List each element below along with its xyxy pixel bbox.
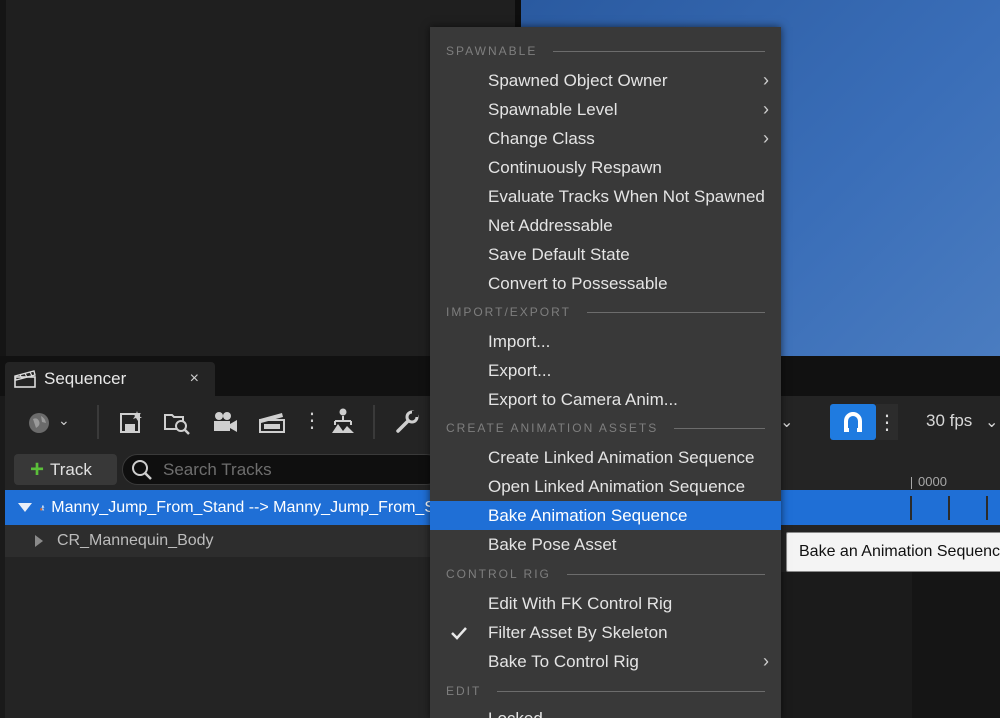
snap-toggle-button[interactable] xyxy=(830,404,876,440)
menu-item-spawnable-level[interactable]: Spawnable Level › xyxy=(430,95,781,124)
search-placeholder: Search Tracks xyxy=(163,459,272,479)
frame-number: 0000 xyxy=(918,474,947,489)
key-marker[interactable] xyxy=(948,496,950,520)
menu-item-create-linked-anim-sequence[interactable]: Create Linked Animation Sequence xyxy=(430,443,781,472)
toolbar-separator xyxy=(97,405,99,439)
chevron-right-icon: › xyxy=(763,651,769,671)
add-track-label: Track xyxy=(50,459,92,479)
chevron-right-icon: › xyxy=(763,128,769,148)
key-marker[interactable] xyxy=(910,496,912,520)
expand-arrow-icon[interactable] xyxy=(35,535,43,547)
wrench-icon[interactable] xyxy=(392,408,422,436)
track-label: Manny_Jump_From_Stand --> Manny_Jump_Fro… xyxy=(51,498,435,516)
checkmark-icon xyxy=(451,626,467,640)
menu-item-spawned-object-owner[interactable]: Spawned Object Owner › xyxy=(430,66,781,95)
section-header-spawnable: SPAWNABLE xyxy=(446,41,765,61)
menu-item-convert-to-possessable[interactable]: Convert to Possessable xyxy=(430,269,781,298)
menu-item-filter-asset-by-skeleton[interactable]: Filter Asset By Skeleton xyxy=(430,618,781,647)
track-label: CR_Mannequin_Body xyxy=(57,532,214,549)
chevron-right-icon: › xyxy=(763,70,769,90)
search-tracks-input[interactable]: Search Tracks xyxy=(122,454,442,485)
chevron-down-icon[interactable]: ⌄ xyxy=(58,412,70,429)
close-tab-button[interactable]: × xyxy=(190,370,199,388)
magnet-icon xyxy=(844,412,862,432)
section-header-control-rig: CONTROL RIG xyxy=(446,564,765,584)
cinematics-icon[interactable] xyxy=(256,408,288,436)
camera-icon[interactable] xyxy=(210,408,240,436)
search-icon xyxy=(132,459,152,480)
menu-item-save-default-state[interactable]: Save Default State xyxy=(430,240,781,269)
menu-item-edit-fk-control-rig[interactable]: Edit With FK Control Rig xyxy=(430,589,781,618)
timeline-range-shade xyxy=(912,572,1000,718)
menu-item-bake-pose-asset[interactable]: Bake Pose Asset xyxy=(430,530,781,559)
tab-label: Sequencer xyxy=(44,369,127,388)
clapperboard-icon xyxy=(14,370,36,388)
expand-arrow-icon[interactable] xyxy=(18,503,32,512)
chevron-right-icon: › xyxy=(763,99,769,119)
chevron-down-icon[interactable]: ⌄ xyxy=(780,412,793,432)
track-row[interactable]: CR_Mannequin_Body xyxy=(5,525,435,557)
actor-hierarchy-icon[interactable] xyxy=(328,406,358,436)
frame-rate-selector[interactable]: 30 fps xyxy=(926,411,972,431)
section-header-create-animation-assets: CREATE ANIMATION ASSETS xyxy=(446,418,765,438)
menu-item-open-linked-anim-sequence[interactable]: Open Linked Animation Sequence xyxy=(430,472,781,501)
toolbar-separator xyxy=(373,405,375,439)
track-row-selected[interactable]: Manny_Jump_From_Stand --> Manny_Jump_Fro… xyxy=(5,490,435,525)
menu-item-net-addressable[interactable]: Net Addressable xyxy=(430,211,781,240)
add-track-button[interactable]: + Track xyxy=(14,454,117,485)
tooltip: Bake an Animation Sequence xyxy=(786,532,1000,572)
tab-sequencer[interactable]: Sequencer × xyxy=(5,362,215,396)
snap-options-button[interactable]: ⋮ xyxy=(876,404,898,440)
timeline-track-bar[interactable] xyxy=(780,490,1000,525)
world-icon[interactable] xyxy=(26,410,52,436)
menu-item-continuously-respawn[interactable]: Continuously Respawn xyxy=(430,153,781,182)
find-in-content-browser-icon[interactable] xyxy=(162,408,192,436)
plus-icon: + xyxy=(30,455,45,483)
menu-item-evaluate-tracks[interactable]: Evaluate Tracks When Not Spawned xyxy=(430,182,781,211)
save-sequence-icon[interactable] xyxy=(117,408,145,436)
menu-item-bake-to-control-rig[interactable]: Bake To Control Rig › xyxy=(430,647,781,676)
menu-item-import[interactable]: Import... xyxy=(430,327,781,356)
key-marker[interactable] xyxy=(986,496,988,520)
menu-item-export[interactable]: Export... xyxy=(430,356,781,385)
section-header-edit: EDIT xyxy=(446,681,765,701)
menu-item-bake-animation-sequence[interactable]: Bake Animation Sequence xyxy=(430,501,781,530)
track-context-menu: SPAWNABLE Spawned Object Owner › Spawnabl… xyxy=(430,27,781,718)
menu-item-export-camera-anim[interactable]: Export to Camera Anim... xyxy=(430,385,781,414)
playhead-tick xyxy=(911,477,912,489)
more-options-icon[interactable]: ⋮ xyxy=(302,408,322,433)
skeletal-mesh-actor-icon xyxy=(40,504,45,511)
section-header-import-export: IMPORT/EXPORT xyxy=(446,302,765,322)
menu-item-change-class[interactable]: Change Class › xyxy=(430,124,781,153)
chevron-down-icon[interactable]: ⌄ xyxy=(985,412,998,432)
menu-item-locked[interactable]: Locked xyxy=(430,704,781,718)
